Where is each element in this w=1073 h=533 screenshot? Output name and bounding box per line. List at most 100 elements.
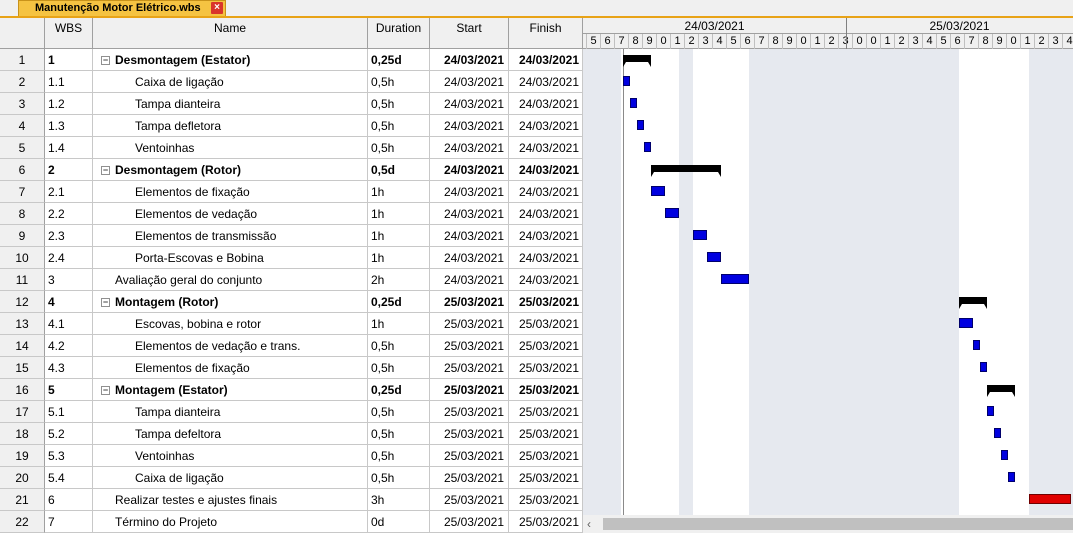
cell-wbs[interactable]: 5.1 <box>45 401 93 423</box>
cell-finish[interactable]: 24/03/2021 <box>509 247 583 269</box>
task-row[interactable]: 11 3 Avaliação geral do conjunto 2h 24/03/20… <box>0 269 583 291</box>
cell-start[interactable]: 25/03/2021 <box>430 401 509 423</box>
cell-wbs[interactable]: 5.4 <box>45 467 93 489</box>
cell-name[interactable]: Término do Projeto <box>93 511 368 533</box>
cell-start[interactable]: 25/03/2021 <box>430 445 509 467</box>
column-header-start[interactable]: Start <box>430 18 509 49</box>
cell-duration[interactable]: 3h <box>368 489 430 511</box>
cell-start[interactable]: 24/03/2021 <box>430 115 509 137</box>
cell-name[interactable]: Elementos de vedação e trans. <box>93 335 368 357</box>
cell-start[interactable]: 25/03/2021 <box>430 511 509 533</box>
cell-duration[interactable]: 0,25d <box>368 49 430 71</box>
cell-name[interactable]: Elementos de transmissão <box>93 225 368 247</box>
task-bar[interactable] <box>630 98 637 108</box>
cell-start[interactable]: 24/03/2021 <box>430 247 509 269</box>
cell-finish[interactable]: 24/03/2021 <box>509 115 583 137</box>
cell-finish[interactable]: 25/03/2021 <box>509 511 583 533</box>
cell-start[interactable]: 24/03/2021 <box>430 71 509 93</box>
row-number[interactable]: 1 <box>0 49 45 71</box>
column-header-wbs[interactable]: WBS <box>45 18 93 49</box>
cell-finish[interactable]: 24/03/2021 <box>509 71 583 93</box>
task-row[interactable]: 7 2.1 Elementos de fixação 1h 24/03/2021 24/0… <box>0 181 583 203</box>
row-number[interactable]: 6 <box>0 159 45 181</box>
task-row[interactable]: 8 2.2 Elementos de vedação 1h 24/03/2021 24/0… <box>0 203 583 225</box>
task-row[interactable]: 19 5.3 Ventoinhas 0,5h 25/03/2021 25/03/2021 <box>0 445 583 467</box>
task-row[interactable]: 14 4.2 Elementos de vedação e trans. 0,5h 25… <box>0 335 583 357</box>
cell-duration[interactable]: 0d <box>368 511 430 533</box>
task-row[interactable]: 9 2.3 Elementos de transmissão 1h 24/03/2021… <box>0 225 583 247</box>
column-header-name[interactable]: Name <box>93 18 368 49</box>
task-row[interactable]: 20 5.4 Caixa de ligação 0,5h 25/03/2021 25/03… <box>0 467 583 489</box>
row-number[interactable]: 4 <box>0 115 45 137</box>
summary-bar[interactable] <box>623 55 651 67</box>
row-number[interactable]: 22 <box>0 511 45 533</box>
cell-finish[interactable]: 24/03/2021 <box>509 181 583 203</box>
summary-bar[interactable] <box>959 297 987 309</box>
cell-name[interactable]: Elementos de fixação <box>93 357 368 379</box>
task-row[interactable]: 21 6 Realizar testes e ajustes finais 3h 25/… <box>0 489 583 511</box>
cell-name[interactable]: Elementos de vedação <box>93 203 368 225</box>
cell-name[interactable]: Escovas, bobina e rotor <box>93 313 368 335</box>
task-bar[interactable] <box>1001 450 1008 460</box>
task-row[interactable]: 6 2− Desmontagem (Rotor) 0,5d 24/03/2021 24/0… <box>0 159 583 181</box>
row-number[interactable]: 20 <box>0 467 45 489</box>
row-number[interactable]: 3 <box>0 93 45 115</box>
task-bar[interactable] <box>693 230 707 240</box>
cell-name[interactable]: Porta-Escovas e Bobina <box>93 247 368 269</box>
cell-start[interactable]: 25/03/2021 <box>430 335 509 357</box>
row-number[interactable]: 8 <box>0 203 45 225</box>
cell-duration[interactable]: 0,25d <box>368 379 430 401</box>
cell-name[interactable]: Ventoinhas <box>93 445 368 467</box>
task-row[interactable]: 10 2.4 Porta-Escovas e Bobina 1h 24/03/2021 2… <box>0 247 583 269</box>
cell-wbs[interactable]: 4.3 <box>45 357 93 379</box>
task-bar[interactable] <box>987 406 994 416</box>
collapse-toggle-icon[interactable]: − <box>101 298 110 308</box>
cell-duration[interactable]: 0,5h <box>368 115 430 137</box>
task-row[interactable]: 1 1− Desmontagem (Estator) 0,25d 24/03/2021 2… <box>0 49 583 71</box>
cell-finish[interactable]: 25/03/2021 <box>509 489 583 511</box>
cell-name[interactable]: Tampa defeltora <box>93 423 368 445</box>
cell-wbs[interactable]: 5 <box>45 379 93 401</box>
cell-wbs[interactable]: 1 <box>45 49 93 71</box>
cell-finish[interactable]: 24/03/2021 <box>509 225 583 247</box>
cell-duration[interactable]: 0,5h <box>368 401 430 423</box>
cell-wbs[interactable]: 1.2 <box>45 93 93 115</box>
column-header-duration[interactable]: Duration <box>368 18 430 49</box>
collapse-toggle-icon[interactable]: − <box>101 166 110 176</box>
cell-start[interactable]: 25/03/2021 <box>430 379 509 401</box>
row-number[interactable]: 19 <box>0 445 45 467</box>
row-number[interactable]: 17 <box>0 401 45 423</box>
cell-finish[interactable]: 25/03/2021 <box>509 445 583 467</box>
gantt-horizontal-scrollbar[interactable]: ‹ <box>583 515 1073 533</box>
cell-finish[interactable]: 25/03/2021 <box>509 423 583 445</box>
task-bar[interactable] <box>1008 472 1015 482</box>
cell-start[interactable]: 24/03/2021 <box>430 137 509 159</box>
task-row[interactable]: 3 1.2 Tampa dianteira 0,5h 24/03/2021 24/03/2… <box>0 93 583 115</box>
cell-duration[interactable]: 0,5h <box>368 357 430 379</box>
cell-duration[interactable]: 1h <box>368 203 430 225</box>
task-bar[interactable] <box>973 340 980 350</box>
task-row[interactable]: 15 4.3 Elementos de fixação 0,5h 25/03/2021 2… <box>0 357 583 379</box>
task-bar[interactable] <box>959 318 973 328</box>
cell-finish[interactable]: 24/03/2021 <box>509 49 583 71</box>
cell-wbs[interactable]: 2 <box>45 159 93 181</box>
task-bar[interactable] <box>721 274 749 284</box>
cell-wbs[interactable]: 5.3 <box>45 445 93 467</box>
cell-duration[interactable]: 0,5h <box>368 137 430 159</box>
cell-start[interactable]: 24/03/2021 <box>430 203 509 225</box>
task-bar[interactable] <box>651 186 665 196</box>
row-number[interactable]: 21 <box>0 489 45 511</box>
row-number[interactable]: 11 <box>0 269 45 291</box>
cell-wbs[interactable]: 2.1 <box>45 181 93 203</box>
cell-start[interactable]: 25/03/2021 <box>430 313 509 335</box>
cell-duration[interactable]: 1h <box>368 247 430 269</box>
cell-name[interactable]: Realizar testes e ajustes finais <box>93 489 368 511</box>
collapse-toggle-icon[interactable]: − <box>101 56 110 66</box>
cell-start[interactable]: 24/03/2021 <box>430 159 509 181</box>
task-bar[interactable] <box>994 428 1001 438</box>
cell-duration[interactable]: 0,5h <box>368 445 430 467</box>
cell-duration[interactable]: 0,25d <box>368 291 430 313</box>
cell-wbs[interactable]: 4.2 <box>45 335 93 357</box>
cell-wbs[interactable]: 5.2 <box>45 423 93 445</box>
cell-name[interactable]: Tampa dianteira <box>93 401 368 423</box>
